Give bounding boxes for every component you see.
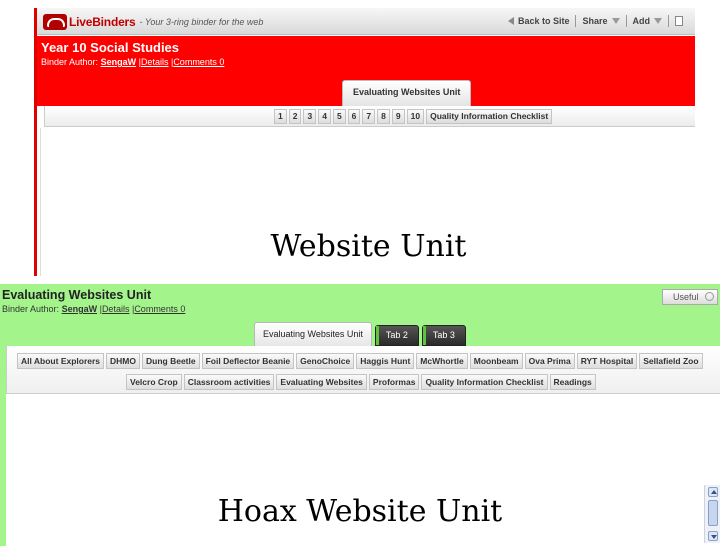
logo-text: LiveBinders	[69, 14, 136, 29]
binder-meta: Binder Author: SengaW |Details |Comments…	[2, 304, 185, 314]
binder-title: Year 10 Social Studies	[41, 40, 180, 55]
subtab-ryt-hospital[interactable]: RYT Hospital	[576, 353, 638, 369]
subtab-classroom-activities[interactable]: Classroom activities	[183, 374, 275, 390]
back-to-site-label: Back to Site	[517, 16, 570, 26]
logo-tagline: - Your 3-ring binder for the web	[139, 16, 264, 27]
subtab-velcro-crop[interactable]: Velcro Crop	[126, 374, 182, 390]
chevron-down-icon	[611, 18, 620, 24]
scroll-down-icon[interactable]	[708, 531, 718, 541]
subtab-evaluating-websites[interactable]: Evaluating Websites	[276, 374, 367, 390]
binder-content: Website Unit	[40, 128, 695, 276]
page-button[interactable]	[669, 15, 689, 27]
subtab-3[interactable]: 3	[303, 109, 317, 124]
author-link[interactable]: SengaW	[101, 57, 137, 67]
subtab-haggis-hunt[interactable]: Haggis Hunt	[356, 353, 415, 369]
subtab-6[interactable]: 6	[347, 109, 361, 124]
subtab-10[interactable]: 10	[406, 109, 425, 124]
subtab-1[interactable]: 1	[274, 109, 287, 124]
binder-header: Year 10 Social Studies Binder Author: Se…	[37, 36, 695, 106]
subtab-dung-beetle[interactable]: Dung Beetle	[142, 353, 200, 369]
author-label: Binder Author:	[2, 304, 60, 314]
binder-title: Evaluating Websites Unit	[2, 288, 152, 302]
subtab-8[interactable]: 8	[377, 109, 390, 124]
tab-3[interactable]: Tab 3	[421, 325, 466, 346]
back-arrow-icon	[507, 17, 514, 25]
back-to-site-button[interactable]: Back to Site	[502, 15, 577, 27]
scroll-thumb[interactable]	[708, 500, 718, 526]
subtab-2[interactable]: 2	[288, 109, 302, 124]
subtab-foil-deflector-beanie[interactable]: Foil Deflector Beanie	[201, 353, 295, 369]
useful-button[interactable]: Useful	[662, 289, 718, 305]
subtab-quality-information-checklist[interactable]: Quality Information Checklist	[421, 374, 548, 390]
bottom-binder-screenshot: Evaluating Websites Unit Binder Author: …	[0, 284, 720, 546]
binder-header: Evaluating Websites Unit Binder Author: …	[0, 284, 720, 346]
add-button[interactable]: Add	[627, 15, 669, 27]
share-button[interactable]: Share	[576, 15, 627, 27]
subtab-bar: 1 2 3 4 5 6 7 8 9 10 Quality Information…	[44, 106, 695, 127]
subtab-5[interactable]: 5	[332, 109, 346, 124]
vertical-scrollbar[interactable]	[704, 485, 720, 543]
binder-meta: Binder Author: SengaW |Details |Comments…	[41, 57, 224, 67]
content-title: Website Unit	[270, 229, 467, 264]
slide: LiveBinders - Your 3-ring binder for the…	[0, 0, 728, 546]
subtab-9[interactable]: 9	[391, 109, 405, 124]
subtab-mcwhortle[interactable]: McWhortle	[416, 353, 468, 369]
tab-evaluating-websites-unit[interactable]: Evaluating Websites Unit	[342, 80, 472, 106]
livebinders-logo[interactable]: LiveBinders - Your 3-ring binder for the…	[43, 13, 263, 30]
content-title: Hoax Website Unit	[217, 494, 503, 529]
subtab-7[interactable]: 7	[362, 109, 376, 124]
page-icon	[675, 16, 683, 26]
binder-tabs: Evaluating Websites Unit Tab 2 Tab 3	[254, 322, 469, 346]
add-label: Add	[632, 16, 651, 26]
author-label: Binder Author:	[41, 57, 99, 67]
subtab-moonbeam[interactable]: Moonbeam	[469, 353, 523, 369]
livebinders-toolbar: LiveBinders - Your 3-ring binder for the…	[37, 8, 695, 35]
chevron-down-icon	[654, 18, 662, 24]
comments-link[interactable]: Comments 0	[173, 57, 224, 67]
subtab-4[interactable]: 4	[318, 109, 331, 124]
subtab-all-about-explorers[interactable]: All About Explorers	[17, 353, 105, 369]
tab-2[interactable]: Tab 2	[374, 325, 419, 346]
site-toolbar: Back to Site Share Add	[502, 15, 689, 27]
subtab-genochoice[interactable]: GenoChoice	[296, 353, 355, 369]
subtab-proformas[interactable]: Proformas	[368, 374, 420, 390]
comments-link[interactable]: Comments 0	[134, 304, 185, 314]
smiley-icon	[705, 292, 714, 301]
useful-label: Useful	[673, 292, 699, 302]
subtab-dhmo[interactable]: DHMO	[106, 353, 141, 369]
details-link[interactable]: Details	[141, 57, 169, 67]
subtab-sellafield-zoo[interactable]: Sellafield Zoo	[639, 353, 703, 369]
binder-logo-icon	[43, 13, 67, 30]
author-link[interactable]: SengaW	[62, 304, 98, 314]
details-link[interactable]: Details	[102, 304, 130, 314]
subtab-bar: All About Explorers DHMO Dung Beetle Foi…	[6, 346, 720, 394]
top-binder-screenshot: LiveBinders - Your 3-ring binder for the…	[34, 8, 695, 276]
subtab-readings[interactable]: Readings	[549, 374, 596, 390]
subtab-quality-information-checklist[interactable]: Quality Information Checklist	[426, 109, 553, 124]
tab-evaluating-websites-unit[interactable]: Evaluating Websites Unit	[254, 322, 372, 346]
share-label: Share	[582, 16, 608, 26]
scroll-up-icon[interactable]	[708, 487, 718, 497]
subtab-ova-prima[interactable]: Ova Prima	[524, 353, 575, 369]
binder-content: Hoax Website Unit	[6, 394, 720, 546]
